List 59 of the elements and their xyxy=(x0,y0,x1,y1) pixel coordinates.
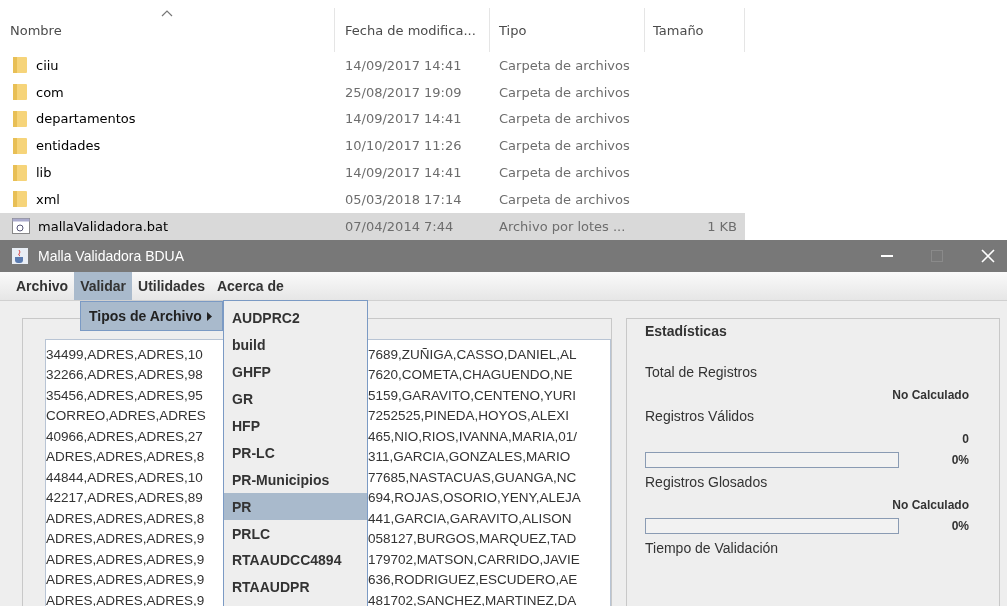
text-line: 5159,GARAVITO,CENTENO,YURI xyxy=(368,387,577,403)
file-name: mallaValidadora.bat xyxy=(38,218,169,234)
text-line: 441,GARCIA,GARAVITO,ALISON xyxy=(368,510,572,526)
text-line: 35456,ADRES,ADRES,95 xyxy=(46,387,203,403)
file-type: Carpeta de archivos xyxy=(499,57,630,73)
file-name: xml xyxy=(36,191,60,207)
text-line: 32266,ADRES,ADRES,98 xyxy=(46,367,203,383)
file-name: lib xyxy=(36,165,52,181)
text-line: 465,NIO,RIOS,IVANNA,MARIA,01/ xyxy=(368,428,578,444)
modified-date: 14/09/2017 14:41 xyxy=(345,111,462,127)
text-line: ADRES,ADRES,ADRES,9 xyxy=(46,551,205,567)
modified-date: 14/09/2017 14:41 xyxy=(345,57,462,73)
stat-label: Registros Glosados xyxy=(645,474,769,490)
text-line: 42217,ADRES,ADRES,89 xyxy=(46,490,203,506)
text-line: 481702,SANCHEZ,MARTINEZ,DA xyxy=(368,592,577,606)
text-line: 179702,MATSON,CARRIDO,JAVIE xyxy=(368,551,580,567)
file-size: 1 KB xyxy=(707,218,737,234)
file-type: Carpeta de archivos xyxy=(499,191,630,207)
text-line: ADRES,ADRES,ADRES,8 xyxy=(46,449,205,465)
modified-date: 05/03/2018 17:14 xyxy=(345,191,462,207)
percent-value: 0% xyxy=(951,453,969,467)
file-name: com xyxy=(36,84,64,100)
text-line: 058127,BURGOS,MARQUEZ,TAD xyxy=(368,531,577,547)
text-line: 694,ROJAS,OSORIO,YENY,ALEJA xyxy=(368,490,581,506)
text-line: 7689,ZUÑIGA,CASSO,DANIEL,AL xyxy=(368,346,577,362)
text-line: 7620,COMETA,CHAGUENDO,NE xyxy=(368,367,573,383)
stat-value: No Calculado xyxy=(891,388,969,402)
text-line: ADRES,ADRES,ADRES,9 xyxy=(46,531,205,547)
file-type: Carpeta de archivos xyxy=(499,138,630,154)
text-line: ADRES,ADRES,ADRES,8 xyxy=(46,510,205,526)
text-line: 40966,ADRES,ADRES,27 xyxy=(46,428,203,444)
text-line: 311,GARCIA,GONZALES,MARIO xyxy=(368,449,571,465)
file-type: Carpeta de archivos xyxy=(499,111,630,127)
text-line: 636,RODRIGUEZ,ESCUDERO,AE xyxy=(368,572,578,588)
text-line: 34499,ADRES,ADRES,10 xyxy=(46,346,203,362)
text-line: ADRES,ADRES,ADRES,9 xyxy=(46,572,205,588)
file-type: Carpeta de archivos xyxy=(499,84,630,100)
text-line: ADRES,ADRES,ADRES,9 xyxy=(46,592,205,606)
stat-label: Total de Registros xyxy=(645,364,759,380)
stat-value: No Calculado xyxy=(891,498,969,512)
panel-title: Estadísticas xyxy=(645,323,728,339)
file-name: ciiu xyxy=(36,57,59,73)
stat-label: Registros Válidos xyxy=(645,408,755,424)
modified-date: 25/08/2017 19:09 xyxy=(345,84,462,100)
modified-date: 14/09/2017 14:41 xyxy=(345,165,462,181)
text-line: 7252525,PINEDA,HOYOS,ALEXI xyxy=(368,408,570,424)
window-title: Malla Validadora BDUA xyxy=(38,248,185,264)
file-type: Carpeta de archivos xyxy=(499,165,630,181)
text-line: CORREO,ADRES,ADRES xyxy=(46,408,206,424)
file-name: departamentos xyxy=(36,111,136,127)
file-name: entidades xyxy=(36,138,101,154)
text-line: 44844,ADRES,ADRES,10 xyxy=(46,469,203,485)
percent-value: 0% xyxy=(951,519,969,533)
modified-date: 10/10/2017 11:26 xyxy=(345,138,462,154)
modified-date: 07/04/2014 7:44 xyxy=(345,218,454,234)
stat-label: Tiempo de Validación xyxy=(645,540,780,556)
stat-value: 0 xyxy=(961,432,969,446)
file-type: Archivo por lotes ... xyxy=(499,218,626,234)
text-line: 77685,NASTACUAS,GUANGA,NC xyxy=(368,469,577,485)
